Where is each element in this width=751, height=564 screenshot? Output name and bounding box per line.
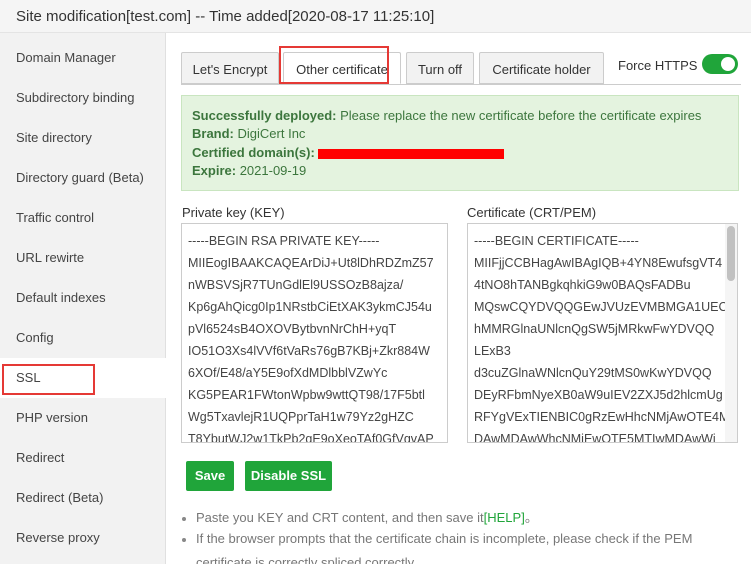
bullet-icon [182,537,186,542]
sidebar-item-subdirectory-binding[interactable]: Subdirectory binding [0,78,166,118]
deployed-line: Successfully deployed: Please replace th… [192,108,701,123]
bullet-icon [182,516,186,521]
other-certificate-highlight-box [279,46,389,84]
tip-paste-end: 。 [524,510,538,525]
scrollbar-thumb[interactable] [727,226,735,281]
toggle-knob [721,57,735,71]
save-button[interactable]: Save [186,461,234,491]
tab-turn-off[interactable]: Turn off [406,52,474,84]
private-key-label: Private key (KEY) [182,205,285,220]
sidebar-item-config[interactable]: Config [0,318,166,358]
sidebar-item-directory-guard[interactable]: Directory guard (Beta) [0,158,166,198]
brand-value: DigiCert Inc [237,126,306,141]
disable-ssl-button[interactable]: Disable SSL [245,461,332,491]
window-title: Site modification[test.com] -- Time adde… [16,8,435,25]
tip-paste-text: Paste you KEY and CRT content, and then … [196,510,484,525]
certificate-scrollbar[interactable] [725,224,737,442]
force-https-label: Force HTTPS [618,58,698,73]
sidebar-item-default-indexes[interactable]: Default indexes [0,278,166,318]
tip-chain: If the browser prompts that the certific… [182,531,692,546]
sidebar-item-domain-manager[interactable]: Domain Manager [0,38,166,78]
tab-lets-encrypt[interactable]: Let's Encrypt [181,52,279,84]
sidebar-item-redirect-beta[interactable]: Redirect (Beta) [0,478,166,518]
status-alert: Successfully deployed: Please replace th… [181,95,739,191]
sidebar-item-site-directory[interactable]: Site directory [0,118,166,158]
expire-value: 2021-09-19 [239,163,307,178]
tip-chain-cont: certificate is correctly spliced correct… [196,555,414,564]
certificate-content: -----BEGIN CERTIFICATE----- MIIFjjCCBHag… [474,234,730,443]
tab-certificate-holder[interactable]: Certificate holder [479,52,604,84]
sidebar-item-php-version[interactable]: PHP version [0,398,166,438]
domain-redaction [317,148,504,159]
help-link[interactable]: [HELP] [484,510,525,525]
domain-label: Certified domain(s): [192,145,315,160]
brand-line: Brand: DigiCert Inc [192,126,305,141]
certificate-label: Certificate (CRT/PEM) [467,205,597,220]
ssl-highlight-box [2,364,95,395]
sidebar-item-redirect[interactable]: Redirect [0,438,166,478]
sidebar-item-reverse-proxy[interactable]: Reverse proxy [0,518,166,558]
brand-label: Brand: [192,126,234,141]
tabs-underline [181,84,741,85]
force-https-toggle[interactable] [702,54,738,74]
certificate-textarea[interactable]: -----BEGIN CERTIFICATE----- MIIFjjCCBHag… [467,223,738,443]
tip-chain-line2: certificate is correctly spliced correct… [196,555,415,564]
tip-chain-line1: If the browser prompts that the certific… [196,531,693,546]
sidebar-item-url-rewrite[interactable]: URL rewirte [0,238,166,278]
deployed-text: Please replace the new certificate befor… [340,108,702,123]
expire-label: Expire: [192,163,237,178]
private-key-textarea[interactable]: -----BEGIN RSA PRIVATE KEY----- MIIEogIB… [181,223,448,443]
domain-line: Certified domain(s): [192,145,504,160]
private-key-content: -----BEGIN RSA PRIVATE KEY----- MIIEogIB… [188,234,434,443]
tip-paste: Paste you KEY and CRT content, and then … [182,507,538,526]
expire-line: Expire: 2021-09-19 [192,163,306,178]
sidebar: Domain Manager Subdirectory binding Site… [0,33,166,564]
title-bar: Site modification[test.com] -- Time adde… [0,0,751,33]
sidebar-item-traffic-control[interactable]: Traffic control [0,198,166,238]
deployed-label: Successfully deployed: [192,108,337,123]
